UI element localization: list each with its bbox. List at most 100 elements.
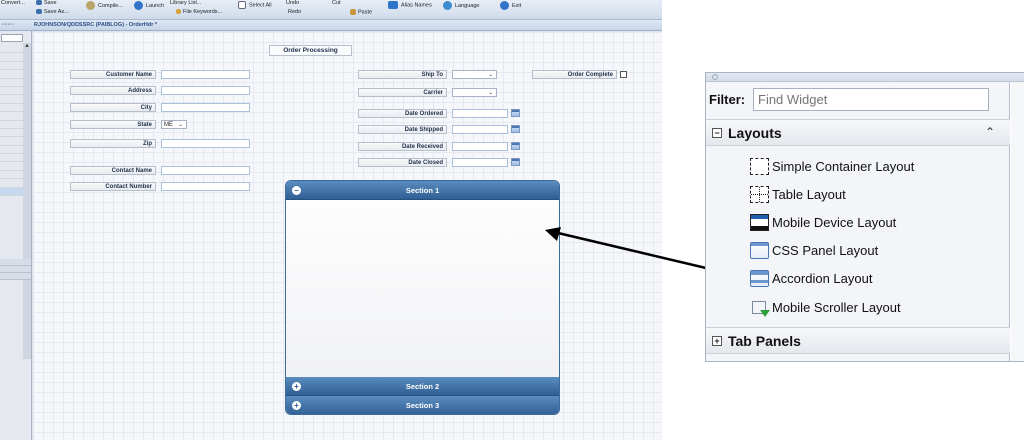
list-item[interactable] [0,53,23,62]
list-item[interactable] [0,112,23,121]
accordion-widget[interactable]: − Section 1 + Section 2 + Section 3 [285,180,560,415]
expand-icon[interactable]: + [712,336,722,346]
date-ordered-label[interactable]: Date Ordered [358,109,447,118]
launch-button[interactable]: Launch [134,1,164,10]
page-heading[interactable]: Order Processing [269,45,352,56]
expand-icon[interactable]: + [292,401,301,410]
calendar-icon[interactable] [511,158,520,166]
save-label: Save [44,0,57,6]
list-item[interactable] [0,79,23,87]
order-complete-checkbox[interactable] [620,71,627,78]
list-item[interactable] [0,162,23,171]
table-layout-icon [750,186,769,203]
customer-name-field[interactable] [161,70,250,79]
carrier-select[interactable]: ⌄ [452,88,497,97]
list-item[interactable] [0,45,23,54]
left-panel-scrollbar[interactable]: ▲ [23,43,31,359]
list-item[interactable] [0,266,31,273]
list-item[interactable] [0,259,31,266]
contact-name-label[interactable]: Contact Name [70,166,156,175]
date-closed-field[interactable] [452,158,508,167]
scroll-up-arrow-icon[interactable]: ▲ [24,43,30,49]
address-field[interactable] [161,86,250,95]
left-panel-search-input[interactable] [1,34,23,42]
carrier-label[interactable]: Carrier [358,88,447,97]
list-item[interactable] [0,95,23,104]
scroll-up-arrow-icon[interactable]: ⌃ [985,125,995,139]
undo-button[interactable]: Undo [286,0,299,7]
list-item[interactable] [0,179,23,188]
exit-button[interactable]: Exit [500,1,521,10]
filter-input[interactable] [753,88,989,111]
date-ordered-field[interactable] [452,109,508,118]
ship-to-select[interactable]: ⌄ [452,70,497,79]
tab-panels-section-label: Tab Panels [728,333,801,349]
list-item[interactable] [0,137,23,146]
globe-icon [443,1,452,10]
list-item[interactable] [0,70,23,79]
accordion-section-1-body[interactable] [286,201,559,377]
language-label: Language [455,2,480,9]
select-all-label: Select All [249,2,272,9]
list-item[interactable] [0,129,23,138]
paste-button[interactable]: Paste [350,9,372,16]
contact-number-label[interactable]: Contact Number [70,182,156,191]
redo-button[interactable]: Redo [288,9,301,16]
contact-name-field[interactable] [161,166,250,175]
ship-to-label[interactable]: Ship To [358,70,447,79]
alias-names-button[interactable]: Alias Names [388,1,432,9]
date-received-label[interactable]: Date Received [358,142,447,151]
date-shipped-label[interactable]: Date Shipped [358,125,447,134]
window-control-buttons[interactable]: ▫▫▫▫ [2,22,15,28]
accordion-section-3-header[interactable]: + Section 3 [286,396,559,414]
expand-icon[interactable]: + [292,382,301,391]
zip-label[interactable]: Zip [70,139,156,148]
convert-button[interactable]: Convert... [1,0,25,7]
zip-field[interactable] [161,139,250,148]
design-canvas[interactable]: Order Processing Customer Name Address C… [33,32,662,440]
accordion-section-1-header[interactable]: − Section 1 [286,181,559,200]
collapse-icon[interactable]: − [292,186,301,195]
file-keywords-icon [176,9,181,15]
compile-button[interactable]: Compile... [86,1,123,10]
list-item[interactable] [0,104,23,113]
calendar-icon[interactable] [511,125,520,133]
list-item[interactable] [0,146,23,155]
state-label[interactable]: State [70,120,156,129]
address-label[interactable]: Address [70,86,156,95]
save-button[interactable]: Save [36,0,57,7]
file-keywords-button[interactable]: File Keywords... [176,9,222,16]
date-received-field[interactable] [452,142,508,151]
tab-panels-section-header[interactable]: + Tab Panels [706,327,1010,354]
palette-scrollbar[interactable]: ⌃ [985,125,999,355]
save-as-button[interactable]: Save As... [36,9,69,16]
customer-name-label[interactable]: Customer Name [70,70,156,79]
library-list-button[interactable]: Library List... [170,0,201,7]
layouts-section-header[interactable]: − Layouts [706,119,1010,146]
collapse-icon[interactable]: − [712,128,722,138]
chevron-down-icon: ⌄ [488,90,493,96]
calendar-icon[interactable] [511,142,520,150]
list-item[interactable] [0,273,31,280]
state-select[interactable]: ME ⌄ [161,120,187,129]
list-item[interactable] [0,87,23,96]
order-complete-label[interactable]: Order Complete [532,70,617,79]
date-shipped-field[interactable] [452,125,508,134]
list-item[interactable] [0,62,23,71]
accordion-section-2-header[interactable]: + Section 2 [286,377,559,396]
language-button[interactable]: Language [443,1,479,10]
select-all-button[interactable]: Select All [238,1,272,9]
date-closed-label[interactable]: Date Closed [358,158,447,167]
contact-number-field[interactable] [161,182,250,191]
cut-button[interactable]: Cut [332,0,341,7]
designer-tab-title[interactable]: RJOHNSON/QDDSSRC (PAIBLOG) - OrderHdr * [34,22,157,28]
city-field[interactable] [161,103,250,112]
ribbon-toolbar: Convert... Save Save As... Compile... La… [0,0,662,20]
state-select-value: ME [164,122,173,128]
city-label[interactable]: City [70,103,156,112]
list-item[interactable] [0,121,23,129]
list-item-selected[interactable] [0,187,23,197]
list-item[interactable] [0,154,23,163]
list-item[interactable] [0,171,23,180]
calendar-icon[interactable] [511,109,520,117]
